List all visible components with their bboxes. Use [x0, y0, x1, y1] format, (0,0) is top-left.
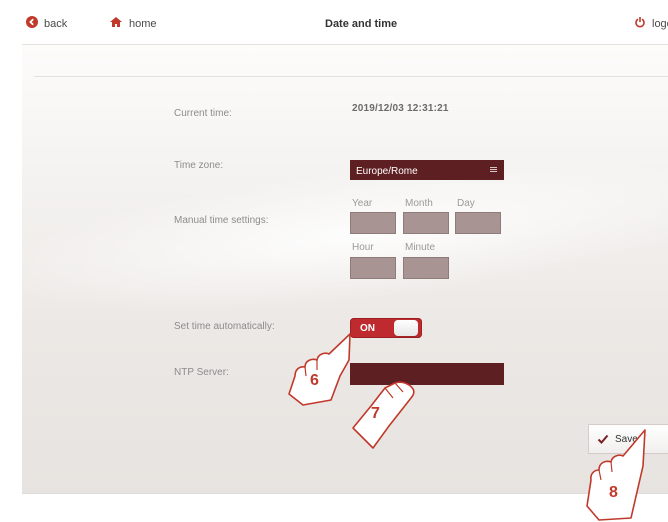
hour-label: Hour	[352, 242, 374, 253]
toggle-state: ON	[360, 323, 375, 334]
minute-input[interactable]	[403, 257, 449, 279]
step-8-number: 8	[609, 484, 618, 501]
month-input[interactable]	[403, 212, 449, 234]
current-time-value: 2019/12/03 12:31:21	[352, 103, 449, 114]
auto-time-toggle[interactable]: ON	[350, 318, 422, 338]
day-label: Day	[457, 198, 475, 209]
toggle-knob[interactable]	[394, 320, 418, 336]
home-button[interactable]: home	[109, 16, 157, 31]
hand-pointer-icon-step-8: 8	[585, 426, 655, 522]
day-input[interactable]	[455, 212, 501, 234]
divider	[34, 76, 668, 77]
year-label: Year	[352, 198, 373, 209]
back-button[interactable]: back	[26, 16, 67, 31]
menu-icon	[489, 165, 498, 174]
back-label: back	[44, 17, 68, 30]
logout-label: logo	[652, 17, 668, 30]
step-6-number: 6	[310, 372, 319, 389]
manual-time-label: Manual time settings:	[174, 215, 269, 226]
minute-label: Minute	[405, 242, 436, 253]
timezone-value: Europe/Rome	[356, 166, 418, 177]
year-input[interactable]	[350, 212, 396, 234]
auto-time-label: Set time automatically:	[174, 321, 275, 332]
ntp-server-label: NTP Server:	[174, 367, 229, 378]
back-icon	[26, 16, 38, 31]
step-7-number: 7	[371, 405, 380, 422]
hand-pointer-icon-step-7: 7	[345, 378, 425, 450]
page-title: Date and time	[325, 18, 398, 30]
timezone-select[interactable]: Europe/Rome	[350, 160, 504, 180]
month-label: Month	[405, 198, 433, 209]
timezone-label: Time zone:	[174, 160, 224, 171]
current-time-label: Current time:	[174, 108, 232, 119]
home-label: home	[129, 17, 157, 30]
top-bar: back home Date and time logo	[22, 0, 668, 45]
hour-input[interactable]	[350, 257, 396, 279]
home-icon	[109, 16, 123, 31]
power-icon	[634, 16, 646, 31]
logout-button[interactable]: logo	[634, 16, 668, 31]
